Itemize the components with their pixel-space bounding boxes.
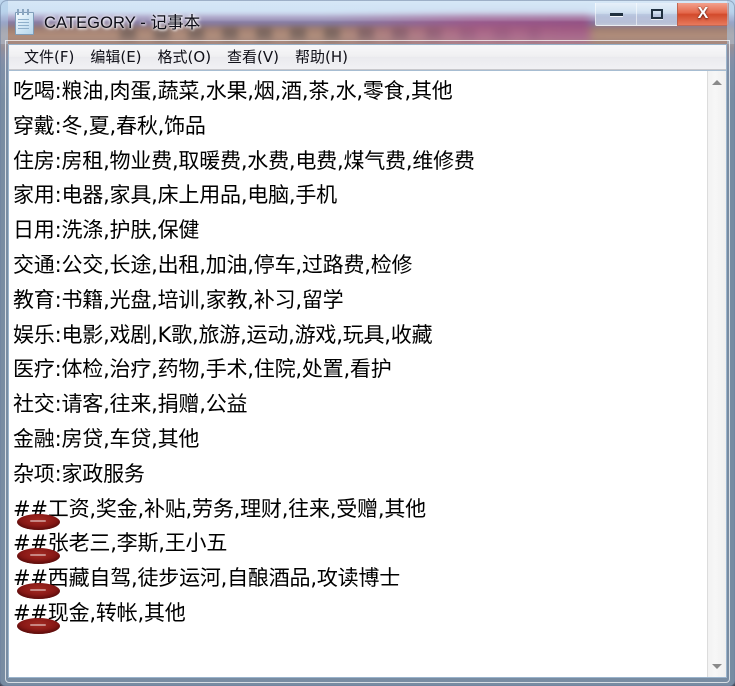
text-line: 住房:房租,物业费,取暖费,水费,电费,煤气费,维修费: [13, 144, 707, 179]
window-client-area: 文件(F) 编辑(E) 格式(O) 查看(V) 帮助(H) 吃喝:粮油,肉蛋,蔬…: [8, 44, 727, 678]
menu-bar: 文件(F) 编辑(E) 格式(O) 查看(V) 帮助(H): [9, 45, 726, 70]
editor-wrapper: 吃喝:粮油,肉蛋,蔬菜,水果,烟,酒,茶,水,零食,其他 穿戴:冬,夏,春秋,饰品…: [9, 70, 726, 677]
text-line-content: 社交:请客,往来,捐赠,公益: [13, 392, 248, 417]
text-editor[interactable]: 吃喝:粮油,肉蛋,蔬菜,水果,烟,酒,茶,水,零食,其他 穿戴:冬,夏,春秋,饰品…: [9, 71, 707, 677]
menu-item-help[interactable]: 帮助(H): [287, 44, 356, 70]
title-zone: CATEGORY - 记事本: [14, 6, 200, 36]
text-line-content: 家用:电器,家具,床上用品,电脑,手机: [13, 183, 337, 208]
text-line-content: 日用:洗涤,护肤,保健: [13, 218, 200, 243]
text-line-content: 医疗:体检,治疗,药物,手术,住院,处置,看护: [13, 357, 392, 382]
text-line: 交通:公交,长途,出租,加油,停车,过路费,检修: [13, 248, 707, 283]
window-titlebar[interactable]: CATEGORY - 记事本 X: [0, 0, 735, 44]
scroll-up-arrow-icon: [712, 79, 722, 85]
scroll-up-button[interactable]: [708, 73, 726, 91]
menu-item-file[interactable]: 文件(F): [16, 44, 82, 70]
text-line-content: ##工资,奖金,补贴,劳务,理财,往来,受赠,其他: [13, 496, 426, 521]
text-line: 教育:书籍,光盘,培训,家教,补习,留学: [13, 283, 707, 318]
text-line: 医疗:体检,治疗,药物,手术,住院,处置,看护: [13, 352, 707, 387]
text-line-content: 娱乐:电影,戏剧,K歌,旅游,运动,游戏,玩具,收藏: [13, 322, 433, 347]
maximize-icon: [651, 9, 663, 19]
notepad-window: CATEGORY - 记事本 X 文件(F) 编辑(E) 格式(O) 查看(V)…: [0, 0, 735, 686]
vertical-scrollbar[interactable]: [707, 71, 726, 677]
text-line-content: 金融:房贷,车贷,其他: [13, 426, 200, 451]
scroll-down-button[interactable]: [708, 657, 726, 675]
red-ellipse-annotation: [17, 617, 60, 634]
notepad-icon: [14, 8, 35, 35]
window-title: CATEGORY - 记事本: [44, 14, 201, 32]
text-line-content: 杂项:家政服务: [13, 461, 145, 486]
close-icon: X: [697, 5, 709, 22]
maximize-button[interactable]: [636, 3, 677, 26]
text-line-content: 教育:书籍,光盘,培训,家教,补习,留学: [13, 287, 344, 312]
text-line: 穿戴:冬,夏,春秋,饰品: [13, 109, 707, 144]
text-line-content: 交通:公交,长途,出租,加油,停车,过路费,检修: [13, 252, 413, 277]
scroll-down-arrow-icon: [712, 663, 722, 669]
text-line: ##张老三,李斯,王小五: [13, 526, 707, 565]
text-line: 日用:洗涤,护肤,保健: [13, 213, 707, 248]
minimize-icon: [609, 12, 623, 16]
text-line: ##现金,转帐,其他: [13, 596, 707, 634]
text-line-content: 住房:房租,物业费,取暖费,水费,电费,煤气费,维修费: [13, 148, 475, 173]
text-line: 娱乐:电影,戏剧,K歌,旅游,运动,游戏,玩具,收藏: [13, 318, 707, 353]
menu-item-edit[interactable]: 编辑(E): [82, 44, 149, 70]
text-line: 杂项:家政服务: [13, 457, 707, 492]
text-line-content: 穿戴:冬,夏,春秋,饰品: [13, 113, 206, 138]
text-line: 吃喝:粮油,肉蛋,蔬菜,水果,烟,酒,茶,水,零食,其他: [13, 74, 707, 109]
text-line: 金融:房贷,车贷,其他: [13, 422, 707, 457]
text-line: ##西藏自驾,徒步运河,自酿酒品,攻读博士: [13, 561, 707, 600]
caption-buttons: X: [595, 3, 729, 27]
text-line-content: 吃喝:粮油,肉蛋,蔬菜,水果,烟,酒,茶,水,零食,其他: [13, 79, 453, 103]
menu-item-view[interactable]: 查看(V): [219, 44, 287, 70]
menu-item-format[interactable]: 格式(O): [150, 44, 220, 70]
text-line-content: ##西藏自驾,徒步运河,自酿酒品,攻读博士: [13, 566, 401, 591]
text-line: ##工资,奖金,补贴,劳务,理财,往来,受赠,其他: [13, 492, 707, 530]
minimize-button[interactable]: [595, 3, 636, 26]
text-line: 社交:请客,往来,捐赠,公益: [13, 387, 707, 422]
text-line: 家用:电器,家具,床上用品,电脑,手机: [13, 178, 707, 213]
close-button[interactable]: X: [677, 3, 729, 26]
